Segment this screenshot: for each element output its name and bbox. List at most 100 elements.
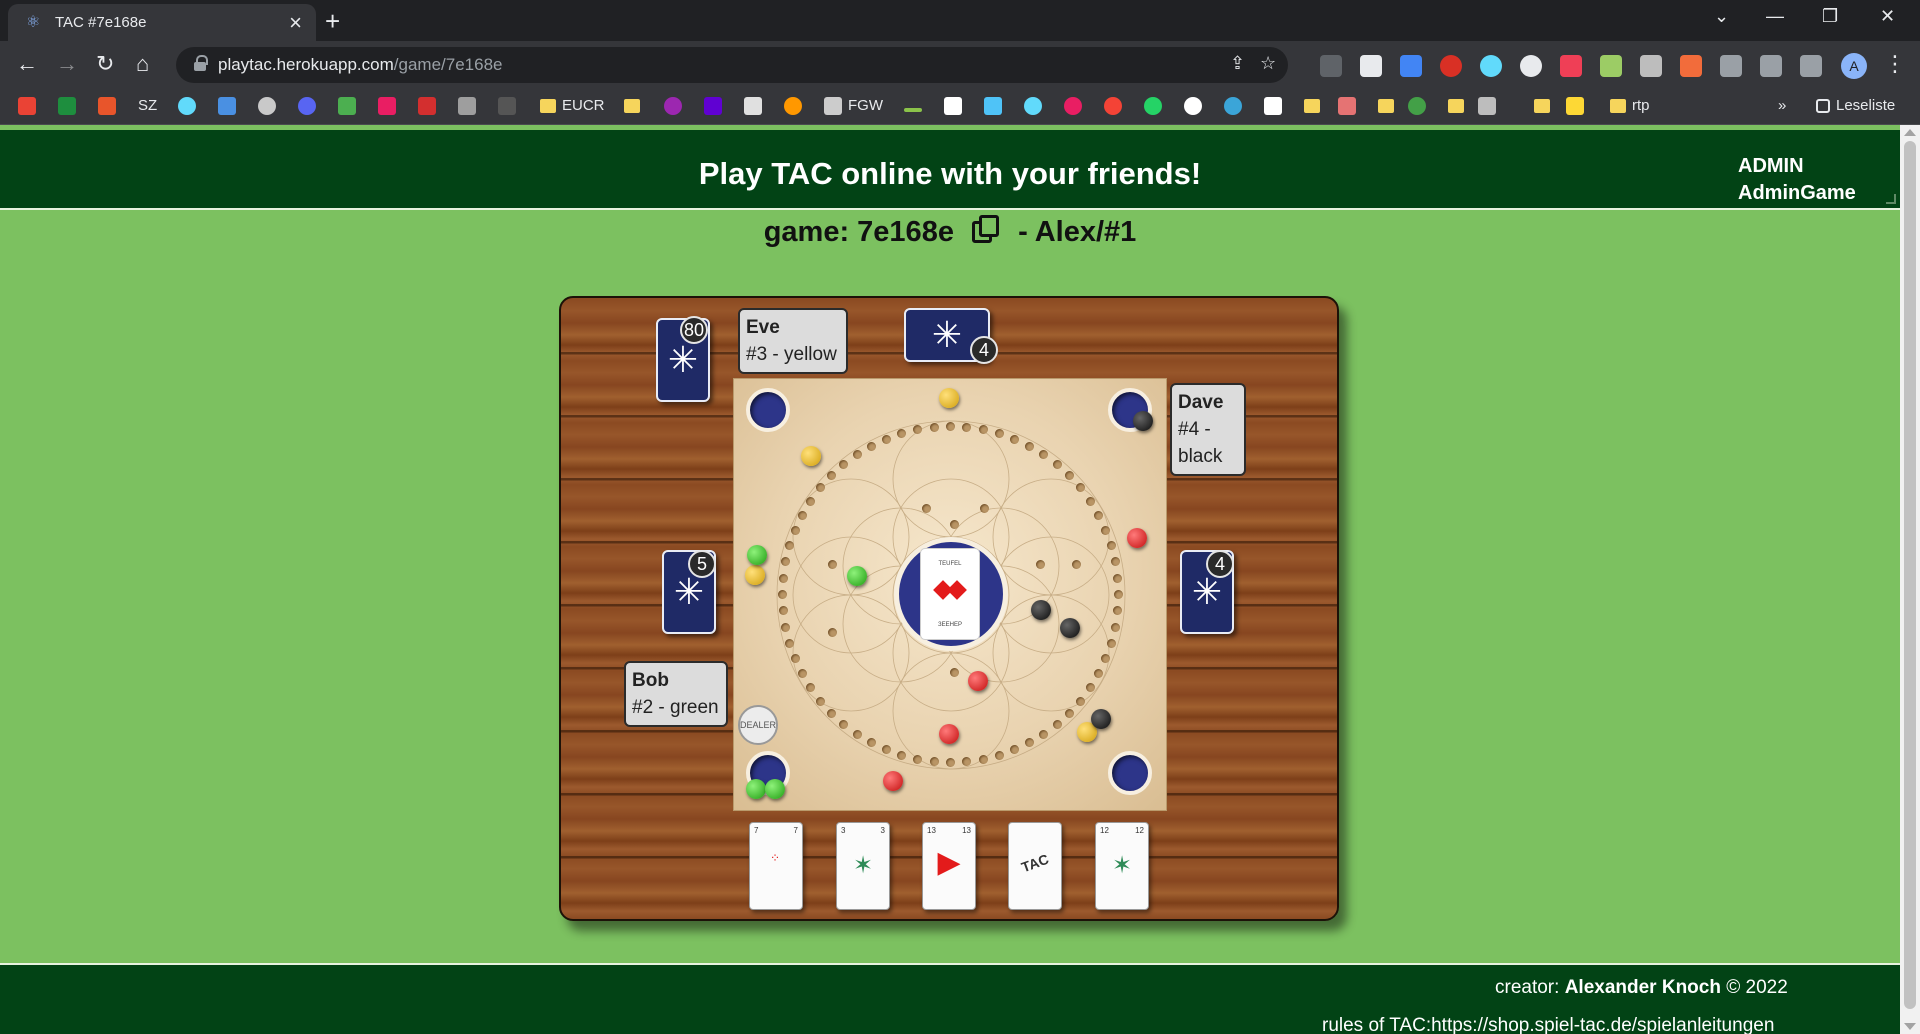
minimize-icon[interactable]: — [1766, 6, 1784, 27]
marble-red[interactable] [968, 671, 988, 691]
scroll-down-icon[interactable] [1904, 1023, 1916, 1030]
sheet-extension-icon[interactable] [1600, 55, 1622, 77]
bookmark-folder-3[interactable] [1378, 97, 1400, 117]
bookmark-globe[interactable] [1408, 97, 1432, 117]
bookmark-leaf[interactable] [258, 97, 282, 117]
scrollbar-thumb[interactable] [1904, 141, 1916, 1009]
bookmark-s-orange[interactable] [784, 97, 808, 117]
rules-link[interactable]: rules of TAC:https://shop.spiel-tac.de/s… [1322, 1015, 1774, 1034]
bookmark-p[interactable] [418, 97, 442, 117]
back-icon[interactable]: ← [16, 51, 38, 77]
hand-card-13[interactable]: 13 13 ▶ [922, 822, 976, 910]
forward-icon[interactable]: → [56, 51, 78, 77]
bookmark-w[interactable] [338, 97, 362, 117]
bookmark-ao[interactable] [218, 97, 242, 117]
stop-extension-icon[interactable] [1440, 55, 1462, 77]
bookmark-wiki[interactable] [1264, 97, 1288, 117]
bookmark-note[interactable] [744, 97, 768, 117]
bookmark-pen[interactable] [1338, 97, 1362, 117]
hand-card-tac[interactable]: TAC [1008, 822, 1062, 910]
bookmark-line[interactable] [904, 97, 928, 117]
active-tab[interactable]: ⚛ TAC #7e168e × [8, 4, 316, 41]
marble-black[interactable] [1031, 600, 1051, 620]
pocket-icon[interactable] [1560, 55, 1582, 77]
bookmark-bottle[interactable] [458, 97, 482, 117]
wordpress-icon[interactable] [1680, 55, 1702, 77]
restore-icon[interactable]: ❐ [1822, 6, 1838, 27]
bookmark-circle[interactable] [664, 97, 688, 117]
react-devtools-icon[interactable] [1480, 55, 1502, 77]
marble-green[interactable] [765, 779, 785, 799]
bookmark-fgw[interactable]: FGW [824, 97, 883, 117]
reply-extension-icon[interactable] [1320, 55, 1342, 77]
bookmark-yahoo[interactable] [704, 97, 728, 117]
shield-extension-icon[interactable] [1720, 55, 1742, 77]
marble-green[interactable] [747, 545, 767, 565]
marble-red[interactable] [939, 724, 959, 744]
close-tab-icon[interactable]: × [289, 10, 302, 36]
hand-card-12[interactable]: 12 12 ✶ [1095, 822, 1149, 910]
bookmark-folder-eucr[interactable]: EUCR [540, 97, 605, 117]
bookmark-dark[interactable] [498, 97, 522, 117]
hand-card-3[interactable]: 3 3 ✶ [836, 822, 890, 910]
bookmark-gmail[interactable] [18, 97, 42, 117]
v-extension-icon[interactable] [1640, 55, 1662, 77]
credit-name[interactable]: Alexander Knoch [1565, 977, 1721, 998]
bookmark-red[interactable] [1104, 97, 1128, 117]
page-scrollbar[interactable] [1900, 125, 1920, 1034]
copy-icon[interactable] [972, 215, 1000, 245]
chrome-extension-icon[interactable] [1520, 55, 1542, 77]
close-window-icon[interactable]: ✕ [1880, 6, 1895, 27]
marble-red[interactable] [883, 771, 903, 791]
home-icon[interactable]: ⌂ [136, 51, 149, 77]
share-icon[interactable]: ⇪ [1230, 53, 1245, 74]
marble-red[interactable] [1127, 528, 1147, 548]
bookmark-cloud[interactable] [1064, 97, 1088, 117]
bookmark-folder-2[interactable] [1304, 97, 1326, 117]
admin-link[interactable]: ADMIN AdminGame [1738, 153, 1856, 207]
bookmark-whatsapp[interactable] [1144, 97, 1168, 117]
bookmark-star-icon[interactable]: ☆ [1260, 53, 1276, 74]
marble-black[interactable] [1091, 709, 1111, 729]
draw-deck[interactable]: ✳ 80 [656, 316, 710, 402]
marble-green[interactable] [746, 779, 766, 799]
bookmark-pencil[interactable] [1566, 97, 1590, 117]
scroll-up-icon[interactable] [1904, 129, 1916, 136]
marble-green[interactable] [847, 566, 867, 586]
bookmark-folder-rtp[interactable]: rtp [1610, 97, 1650, 117]
marble-black[interactable] [1133, 411, 1153, 431]
bookmark-sz[interactable]: SZ [138, 97, 157, 117]
hand-card-7[interactable]: 7 7 ⁘ [749, 822, 803, 910]
bookmark-trash[interactable] [1478, 97, 1502, 117]
bookmark-cube[interactable] [944, 97, 968, 117]
media-control-icon[interactable] [1800, 55, 1822, 77]
bookmark-folder-4[interactable] [1448, 97, 1470, 117]
bookmark-tile[interactable] [984, 97, 1008, 117]
tab-search-chevron-icon[interactable]: ⌄ [1714, 6, 1729, 27]
bookmark-plus[interactable] [58, 97, 82, 117]
marble-yellow[interactable] [745, 565, 765, 585]
bookmark-folder[interactable] [624, 97, 646, 117]
marble-black[interactable] [1060, 618, 1080, 638]
reading-list[interactable]: Leseliste [1816, 97, 1895, 117]
bookmark-play[interactable] [1224, 97, 1248, 117]
bookmark-react[interactable] [178, 97, 202, 117]
screen-extension-icon[interactable] [1360, 55, 1382, 77]
menu-kebab-icon[interactable]: ⋮ [1884, 51, 1906, 77]
new-tab-icon[interactable]: + [325, 6, 340, 37]
reload-icon[interactable]: ↻ [96, 51, 114, 77]
bookmarks-overflow[interactable]: » [1778, 97, 1786, 117]
translate-extension-icon[interactable] [1400, 55, 1422, 77]
bookmark-st[interactable] [378, 97, 402, 117]
bookmark-react-2[interactable] [1024, 97, 1048, 117]
extensions-puzzle-icon[interactable] [1760, 55, 1782, 77]
profile-avatar[interactable]: A [1841, 53, 1867, 79]
address-bar[interactable]: playtac.herokuapp.com/game/7e168e ⇪ ☆ [176, 47, 1288, 83]
bookmark-folder-5[interactable] [1534, 97, 1556, 117]
marble-yellow[interactable] [801, 446, 821, 466]
lock-icon[interactable] [194, 55, 208, 71]
marble-yellow[interactable] [939, 388, 959, 408]
bookmark-s[interactable] [98, 97, 122, 117]
bookmark-discord[interactable] [298, 97, 322, 117]
bookmark-half[interactable] [1184, 97, 1208, 117]
